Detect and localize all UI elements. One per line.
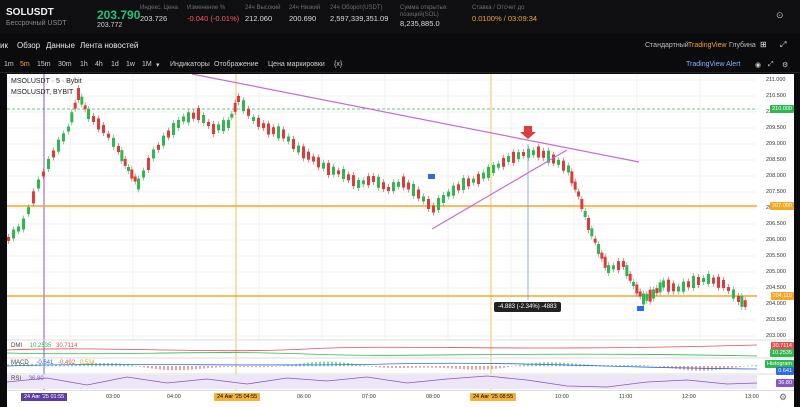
stat-funding-rate: Ставка / Отсчет до 0.0100% / 03:09:34 (472, 5, 538, 23)
mark-price-menu[interactable]: Цена маркировки (268, 61, 325, 68)
price-axis-label: 206.000 (766, 237, 786, 243)
interval-1M[interactable]: 1M (142, 61, 152, 68)
last-price: 203.790 (97, 8, 141, 22)
time-highlight-2: 24 Авг '25 04:55 (214, 393, 261, 401)
time-tick: 08:00 (426, 394, 440, 400)
stat-24h-turnover: 24ч Оборот(USDT) 2,597,339,351.09 (330, 5, 389, 23)
interval-1d[interactable]: 1d (111, 61, 119, 68)
price-axis-label: 211.000 (766, 77, 786, 83)
chart-toolbar: 1m 5m 15m 30m 1h 4h 1d 1w 1M ▾ Индикатор… (0, 57, 800, 73)
view-depth[interactable]: Глубина (729, 42, 756, 49)
price-axis-label: 208.000 (766, 173, 786, 179)
time-tick: 06:00 (297, 394, 311, 400)
rsi-label: RSI 36.80 (11, 376, 44, 382)
dmi-label: DMI 10.2535 30.7114 (11, 343, 78, 349)
ticker-bar: SOLUSDT Бессрочный USDT 203.790 203.772 … (0, 0, 800, 34)
stat-24h-high: 24ч Высокий 212.060 (245, 5, 281, 23)
price-axis-label: 205.000 (766, 269, 786, 275)
time-highlight-3: 24 Авг '25 08:55 (470, 393, 517, 401)
display-menu[interactable]: Отображение (214, 61, 259, 68)
interval-30m[interactable]: 30m (58, 61, 72, 68)
macd-tag-blue: 0.641 (776, 367, 794, 375)
price-chart[interactable]: MSOLUSDT · 5 · Bybit MSOLUSDT, BYBIT 211… (7, 74, 794, 390)
time-tick: 12:00 (682, 394, 696, 400)
time-tick: 04:00 (167, 394, 181, 400)
interval-15m[interactable]: 15m (37, 61, 51, 68)
price-axis-label: 207.500 (766, 189, 786, 195)
price-tag-orange-bottom: 204.110 (770, 292, 794, 300)
chevron-down-icon[interactable]: ▾ (156, 61, 160, 69)
price-axis-label: 209.000 (766, 141, 786, 147)
nav-data[interactable]: Данные (46, 41, 75, 50)
measure-tooltip: -4.883 (-2.34%) -4883 (494, 302, 561, 312)
interval-1w[interactable]: 1w (126, 61, 135, 68)
tradingview-alert-button[interactable]: TradingView Alert (686, 61, 740, 68)
chart-canvas[interactable] (7, 74, 794, 390)
camera-icon[interactable]: ◉ (755, 61, 761, 69)
time-tick: 10:00 (555, 394, 569, 400)
indicators-button[interactable]: Индикаторы (170, 61, 210, 68)
time-tick: 11:00 (619, 394, 633, 400)
dmi-tag-green: 10.2535 (770, 349, 794, 357)
chart-legend-main: MSOLUSDT · 5 · Bybit (11, 78, 82, 85)
price-axis-label: 208.500 (766, 157, 786, 163)
chart-legend-source: MSOLUSDT, BYBIT (11, 89, 74, 96)
price-axis-label: 203.000 (766, 333, 786, 339)
fullscreen-icon[interactable]: ⤢ (780, 40, 786, 50)
time-tick: 03:00 (106, 394, 120, 400)
time-axis[interactable]: 24 Авг '25 01:55 03:00 04:00 24 Авг '25 … (7, 390, 794, 407)
symbol-name[interactable]: SOLUSDT (6, 7, 54, 18)
stat-change: Изменение % -0.040 (-0.01%) (187, 5, 240, 23)
time-tick: 07:00 (362, 394, 376, 400)
price-tag-green: 210.000 (770, 105, 794, 113)
stat-24h-low: 24ч Низкий 200.690 (289, 5, 321, 23)
mark-price: 203.772 (97, 22, 123, 29)
info-icon[interactable]: ⊙ (776, 10, 784, 21)
price-axis-label: 210.500 (766, 93, 786, 99)
price-axis-label: 206.500 (766, 221, 786, 227)
price-tag-orange-top: 207.000 (770, 202, 794, 210)
price-axis-label: 209.500 (766, 125, 786, 131)
view-standard[interactable]: Стандартный (645, 42, 689, 49)
settings-icon[interactable]: ⚙ (782, 61, 788, 69)
stat-index-price: Индекс. Цена 203.726 (140, 5, 178, 23)
time-tick: 13:00 (745, 394, 759, 400)
interval-5m[interactable]: 5m (20, 61, 30, 68)
macd-label: MACD -0.641 -0.492 0.534 (11, 360, 95, 366)
nav-overview[interactable]: Обзор (17, 41, 40, 50)
expand-icon[interactable]: ⤢ (768, 61, 774, 69)
gear-icon[interactable]: ⚙ (779, 392, 787, 403)
nav-news[interactable]: Лента новостей (80, 41, 138, 50)
interval-1m[interactable]: 1m (4, 61, 14, 68)
price-axis-label: 204.500 (766, 285, 786, 291)
symbol-subtitle: Бессрочный USDT (6, 20, 67, 27)
time-highlight-1: 24 Авг '25 01:55 (21, 393, 68, 401)
view-tradingview[interactable]: TradingView (688, 42, 727, 49)
grid-icon[interactable]: ⊞ (760, 40, 767, 49)
price-axis-label: 205.500 (766, 253, 786, 259)
interval-1h[interactable]: 1h (80, 61, 88, 68)
formula-icon[interactable]: {x} (334, 61, 342, 68)
nav-cut-item[interactable]: ик (0, 41, 8, 50)
rsi-tag: 36.80 (776, 379, 794, 387)
nav-bar: ик Обзор Данные Лента новостей Стандартн… (0, 36, 800, 56)
stat-open-interest: Сумма открытых позиций(SOL) 8,235,885.0 (400, 5, 447, 28)
price-axis-label: 204.000 (766, 301, 786, 307)
price-axis-label: 203.500 (766, 317, 786, 323)
interval-4h[interactable]: 4h (95, 61, 103, 68)
